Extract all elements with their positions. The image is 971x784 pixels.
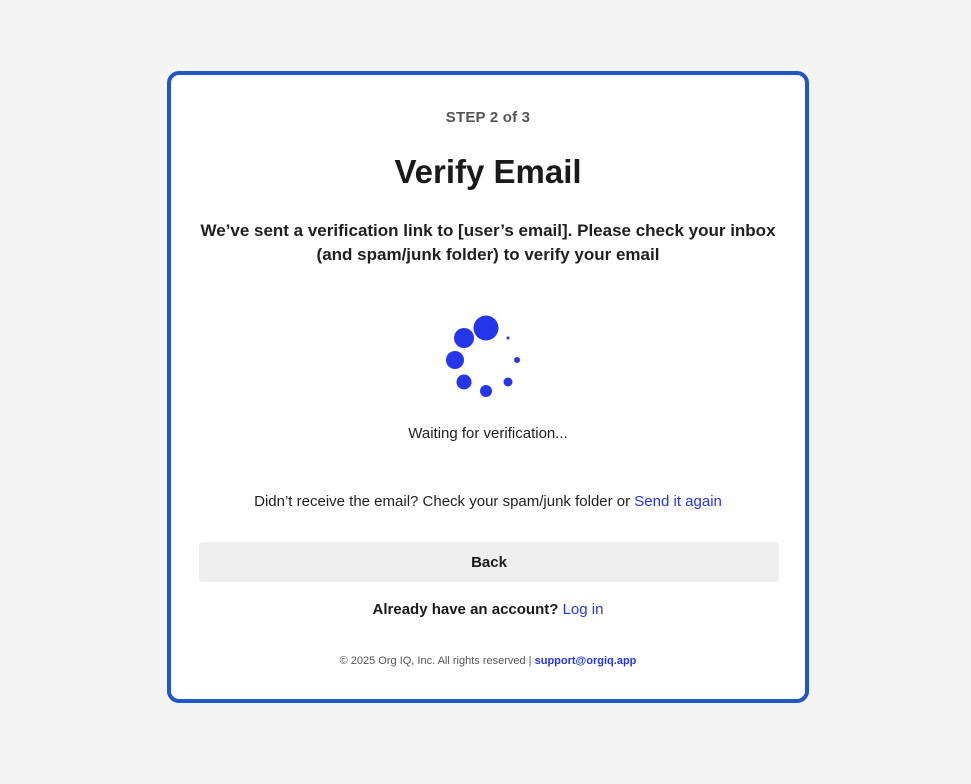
verification-instructions: We’ve sent a verification link to [user’… [200, 221, 776, 264]
spinner-dot [503, 377, 513, 387]
waiting-status: Waiting for verification... [408, 425, 568, 442]
copyright-text: © 2025 Org IQ, Inc. All rights reserved … [339, 655, 535, 667]
spinner-dot [506, 336, 510, 340]
back-button[interactable]: Back [199, 542, 779, 582]
spinner-dot [446, 351, 464, 369]
spinner-dot [456, 374, 472, 390]
footer: © 2025 Org IQ, Inc. All rights reserved … [171, 655, 805, 667]
login-prompt: Already have an account? Log in [171, 601, 805, 618]
login-prompt-text: Already have an account? [372, 601, 563, 618]
verify-email-card: STEP 2 of 3 Verify Email We’ve sent a ve… [167, 71, 809, 703]
support-email-link[interactable]: support@orgiq.app [535, 655, 637, 667]
resend-prompt: Didn’t receive the email? Check your spa… [254, 493, 635, 510]
loading-spinner-icon [444, 315, 528, 402]
step-indicator: STEP 2 of 3 [445, 109, 531, 126]
page-title: Verify Email [394, 153, 582, 190]
spinner-dot [473, 315, 499, 341]
spinner-dot [454, 328, 474, 348]
send-again-link[interactable]: Send it again [634, 493, 722, 510]
login-link[interactable]: Log in [563, 601, 604, 618]
spinner-dot [480, 385, 492, 397]
spinner-dot [514, 357, 520, 363]
resend-message: Didn’t receive the email? Check your spa… [171, 493, 805, 510]
